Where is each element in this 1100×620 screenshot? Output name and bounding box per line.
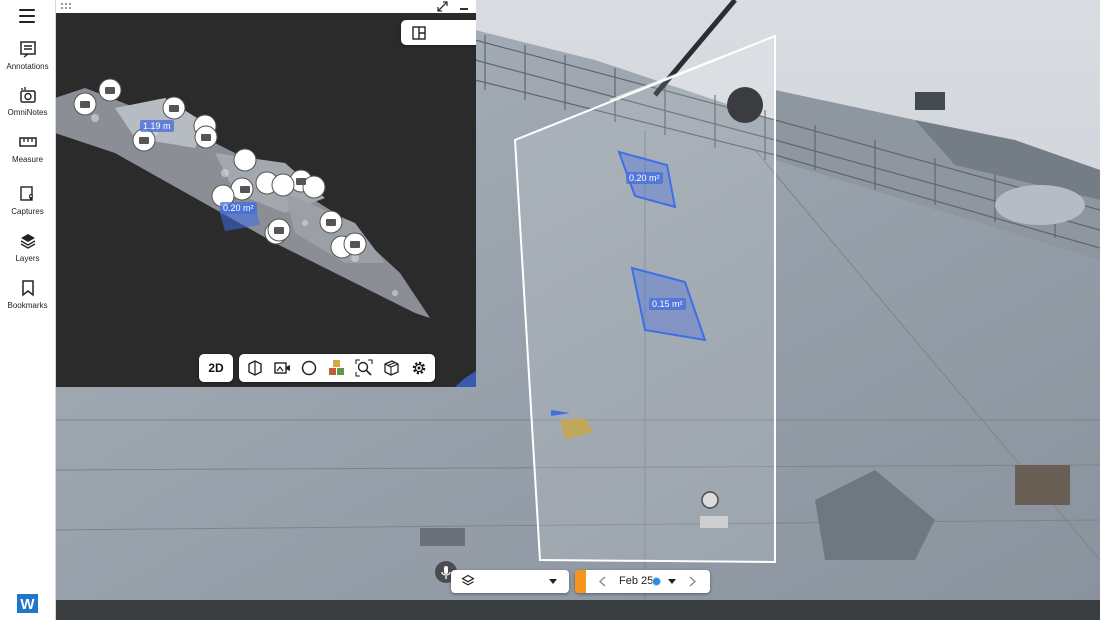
- distance-measure-label[interactable]: 1.19 m: [140, 120, 174, 132]
- box-icon[interactable]: [246, 359, 264, 377]
- layers-dropdown[interactable]: [451, 570, 569, 593]
- sidebar-item-label: Captures: [11, 207, 44, 216]
- sidebar-item-measure[interactable]: Measure: [0, 133, 55, 164]
- view-mode-select[interactable]: [401, 20, 476, 45]
- sidebar-item-bookmarks[interactable]: Bookmarks: [0, 279, 55, 310]
- video-capture-icon[interactable]: [273, 359, 291, 377]
- annotation-icon: [19, 41, 36, 58]
- chevron-right-icon[interactable]: [689, 576, 696, 587]
- sidebar-item-label: Measure: [11, 155, 44, 164]
- bookmark-icon: [21, 280, 34, 297]
- package-icon[interactable]: [382, 359, 400, 377]
- 2d-mode-button[interactable]: 2D: [199, 354, 233, 382]
- ship-3d-model[interactable]: [55, 13, 476, 387]
- chevron-down-icon[interactable]: [668, 579, 676, 584]
- area-measure-label[interactable]: 0.15 m²: [649, 298, 686, 310]
- drag-grip-icon[interactable]: [61, 3, 71, 9]
- sidebar-item-annotations[interactable]: Annotations: [0, 40, 55, 71]
- capture-date-selector[interactable]: Feb 25: [575, 570, 710, 593]
- sidebar-item-omninotes[interactable]: OmniNotes: [0, 86, 55, 117]
- minimap-tools: [239, 354, 435, 382]
- gear-icon[interactable]: [410, 359, 428, 377]
- timeline-accent: [575, 570, 586, 593]
- sidebar-item-label: Annotations: [6, 62, 49, 71]
- circle-icon[interactable]: [300, 359, 318, 377]
- cubes-icon[interactable]: [328, 359, 346, 377]
- sidebar-item-layers[interactable]: Layers: [0, 232, 55, 263]
- split-view-icon: [412, 26, 426, 40]
- capture-date[interactable]: Feb 25: [619, 575, 653, 587]
- expand-icon[interactable]: [437, 1, 448, 12]
- minimap-titlebar[interactable]: [55, 0, 476, 13]
- brand-letter: W: [20, 596, 35, 613]
- area-measure-label[interactable]: 0.20 m²: [220, 202, 257, 214]
- left-sidebar: Annotations OmniNotes Measure Captures L…: [0, 0, 56, 620]
- zoom-scan-icon[interactable]: [355, 359, 373, 377]
- hamburger-menu-icon[interactable]: [19, 9, 35, 23]
- w-logo-icon: W: [17, 594, 38, 613]
- bottom-strip: [55, 600, 1100, 620]
- chevron-left-icon[interactable]: [599, 576, 606, 587]
- camera-note-icon: [19, 87, 36, 103]
- sidebar-item-label: OmniNotes: [7, 108, 48, 117]
- capture-pin-icon: [19, 186, 33, 201]
- sidebar-item-label: Bookmarks: [7, 301, 48, 310]
- minimap-panel[interactable]: 1.19 m 0.20 m² 2D: [55, 0, 476, 387]
- chevron-down-icon: [549, 579, 557, 584]
- ruler-icon: [18, 137, 37, 147]
- layers-icon: [20, 234, 35, 249]
- layers-icon: [461, 574, 475, 586]
- minimize-button[interactable]: [460, 8, 468, 10]
- current-date-indicator: [652, 577, 661, 586]
- view-mode-dropdown[interactable]: [401, 20, 476, 45]
- area-measure-label[interactable]: 0.20 m²: [626, 172, 663, 184]
- sidebar-item-captures[interactable]: Captures: [0, 185, 55, 216]
- sidebar-item-label: Layers: [15, 254, 40, 263]
